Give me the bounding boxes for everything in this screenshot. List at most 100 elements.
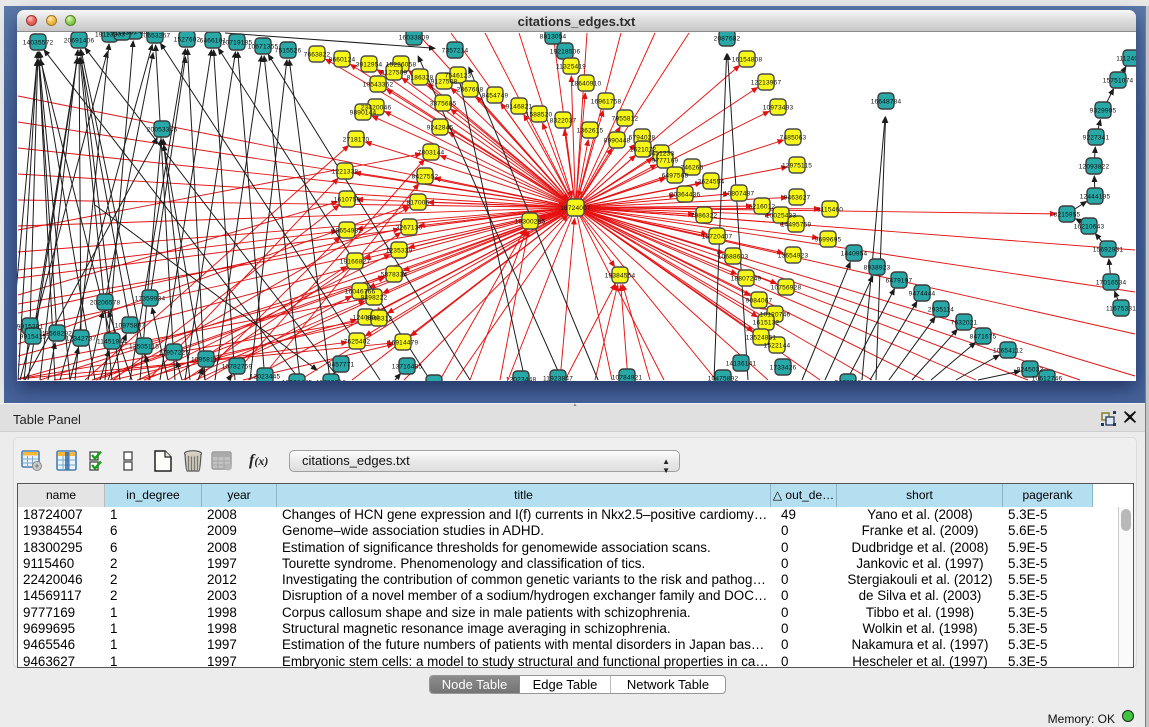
svg-text:8471675: 8471675 [970, 334, 997, 341]
svg-text:12975115: 12975115 [782, 163, 812, 170]
svg-text:7955812: 7955812 [612, 116, 639, 123]
svg-text:10653267: 10653267 [140, 33, 171, 40]
svg-text:16210643: 16210643 [1074, 224, 1105, 231]
svg-text:1362615: 1362615 [577, 128, 604, 135]
svg-text:16033809: 16033809 [399, 35, 430, 42]
svg-text:1610755: 1610755 [334, 197, 361, 204]
svg-text:7515526: 7515526 [275, 48, 302, 55]
svg-text:8813054: 8813054 [540, 34, 567, 41]
svg-text:9948312: 9948312 [366, 316, 393, 323]
svg-text:16154808: 16154808 [732, 57, 763, 64]
svg-text:20364436: 20364436 [670, 192, 701, 199]
svg-text:12213967: 12213967 [751, 80, 782, 87]
svg-text:2087682: 2087682 [714, 36, 741, 43]
svg-text:10975887: 10975887 [115, 323, 146, 330]
svg-text:19384554: 19384554 [605, 273, 636, 280]
svg-text:19654982: 19654982 [332, 228, 363, 235]
svg-text:6216012: 6216012 [749, 204, 776, 211]
svg-text:3624554: 3624554 [698, 179, 725, 186]
svg-text:7632021: 7632021 [951, 320, 978, 327]
svg-text:12023448: 12023448 [506, 377, 537, 382]
svg-text:10894067: 10894067 [419, 381, 450, 382]
svg-text:8938923: 8938923 [864, 265, 891, 272]
svg-text:11325419: 11325419 [556, 64, 586, 71]
svg-text:16914479: 16914479 [388, 340, 419, 347]
svg-text:12444195: 12444195 [1080, 194, 1111, 201]
svg-text:13524851: 13524851 [746, 335, 777, 342]
svg-text:11124049: 11124049 [1116, 56, 1136, 63]
svg-text:10688603: 10688603 [718, 254, 749, 261]
svg-text:9474444: 9474444 [909, 291, 936, 298]
svg-text:10120746: 10120746 [760, 312, 791, 319]
svg-text:1522144: 1522144 [764, 343, 791, 350]
svg-text:19218506: 19218506 [550, 49, 581, 56]
svg-text:10654112: 10654112 [993, 348, 1023, 355]
svg-text:12023445: 12023445 [250, 374, 281, 381]
svg-text:9463627: 9463627 [784, 195, 811, 202]
svg-text:20206578: 20206578 [90, 300, 121, 307]
svg-text:9498222: 9498222 [361, 295, 388, 302]
svg-text:7546123: 7546123 [445, 73, 472, 80]
svg-text:6794028: 6794028 [629, 135, 656, 142]
svg-text:8660124: 8660124 [329, 57, 356, 64]
svg-text:6497568: 6497568 [662, 173, 689, 180]
svg-text:7986322: 7986322 [691, 213, 718, 220]
svg-text:11675331: 11675331 [1106, 306, 1136, 313]
svg-text:9127509: 9127509 [381, 70, 408, 77]
svg-text:16648784: 16648784 [871, 99, 902, 106]
svg-text:1235339: 1235339 [386, 248, 413, 255]
svg-text:10958117: 10958117 [191, 357, 221, 364]
svg-text:10782759: 10782759 [222, 364, 253, 371]
svg-text:9084067: 9084067 [746, 298, 773, 305]
svg-text:7357214: 7357214 [442, 48, 469, 55]
svg-text:3875685: 3875685 [430, 101, 457, 108]
svg-text:12342737: 12342737 [66, 336, 97, 343]
svg-text:1440954: 1440954 [841, 251, 868, 258]
svg-text:17957225: 17957225 [159, 350, 190, 357]
svg-text:9227341: 9227341 [1083, 135, 1110, 142]
svg-text:2867608: 2867608 [457, 87, 484, 94]
svg-text:18640910: 18640910 [571, 81, 602, 88]
svg-text:19300295: 19300295 [515, 219, 546, 226]
svg-text:9329905: 9329905 [1090, 108, 1117, 115]
svg-text:8427552: 8427552 [412, 174, 439, 181]
svg-text:14035572: 14035572 [23, 40, 54, 47]
svg-text:18724007: 18724007 [560, 205, 591, 212]
svg-text:9146821: 9146821 [506, 104, 533, 111]
svg-text:2935114: 2935114 [928, 307, 954, 314]
svg-text:16961758: 16961758 [591, 99, 622, 106]
svg-text:15751074: 15751074 [1103, 78, 1134, 85]
svg-text:14495759: 14495759 [781, 222, 812, 229]
svg-text:7663822: 7663822 [304, 52, 331, 59]
svg-text:746266: 746266 [681, 165, 704, 172]
svg-text:12093822: 12093822 [1079, 164, 1110, 171]
svg-text:8186328: 8186328 [407, 75, 434, 82]
svg-text:10973493: 10973493 [763, 105, 794, 112]
svg-text:2718170: 2718170 [343, 137, 370, 144]
svg-text:3912954: 3912954 [356, 62, 383, 69]
svg-text:10807487: 10807487 [724, 191, 755, 198]
svg-text:9245032: 9245032 [1017, 367, 1044, 374]
svg-text:8990448: 8990448 [604, 138, 631, 145]
svg-text:3267130: 3267130 [396, 225, 423, 232]
svg-text:9472810: 9472810 [835, 380, 862, 382]
svg-text:10784921: 10784921 [612, 375, 643, 382]
svg-text:9777169: 9777169 [652, 158, 679, 165]
svg-text:9890144: 9890144 [350, 110, 377, 117]
svg-text:14136141: 14136141 [726, 361, 757, 368]
svg-text:7625402: 7625402 [344, 339, 371, 346]
svg-text:817006: 817006 [407, 200, 430, 207]
svg-text:1527602: 1527602 [174, 37, 201, 44]
svg-text:20053346: 20053346 [147, 127, 178, 134]
svg-text:1221338: 1221338 [332, 169, 359, 176]
svg-text:8454749: 8454749 [482, 93, 509, 100]
svg-text:10025433: 10025433 [766, 213, 797, 220]
svg-text:9699695: 9699695 [815, 237, 842, 244]
svg-text:15720407: 15720407 [702, 234, 733, 241]
svg-text:7803144: 7803144 [418, 150, 445, 157]
svg-text:11923847: 11923847 [543, 376, 573, 382]
svg-text:1451233: 1451233 [648, 151, 675, 158]
svg-text:5878334: 5878334 [381, 272, 408, 279]
svg-text:12505115: 12505115 [129, 344, 159, 351]
svg-text:10756928: 10756928 [771, 285, 802, 292]
